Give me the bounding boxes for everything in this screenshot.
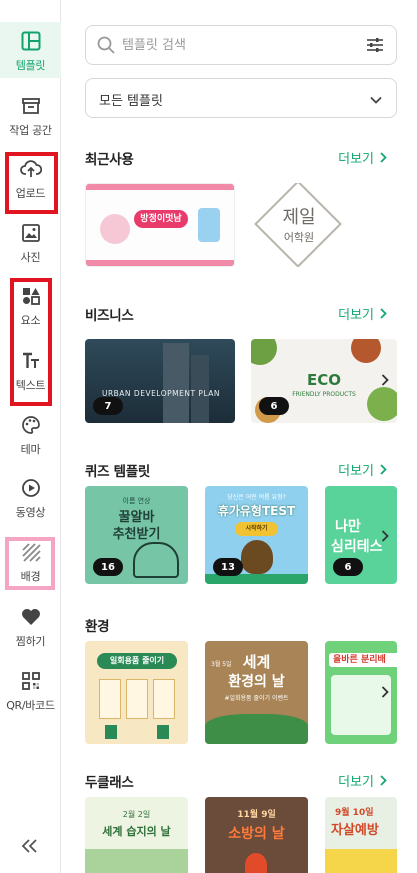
card-pretitle: 당신은 어떤 여름 유형? (227, 494, 286, 501)
card-title: 제일 (282, 207, 316, 228)
background-highlight-box (5, 537, 55, 590)
workspace-icon (20, 95, 42, 117)
card-title: 세계 (242, 653, 271, 671)
card-subtitle: 어학원 (283, 231, 315, 244)
more-link-label: 더보기 (338, 308, 374, 323)
more-link-business[interactable]: 더보기 (338, 304, 387, 323)
sidebar-item-photo[interactable]: 사진 (0, 222, 61, 265)
template-card[interactable]: 9월 10일 자살예방 (325, 797, 397, 873)
page-count-badge: 16 (93, 558, 123, 576)
chevron-right-icon (380, 464, 387, 475)
template-card[interactable]: ECO FRIENDLY PRODUCTS 6 (251, 339, 397, 423)
page-count-badge: 6 (259, 397, 289, 415)
more-link-label: 더보기 (338, 775, 374, 790)
sidebar-item-video[interactable]: 동영상 (0, 477, 61, 520)
card-title-line2: 환경의 날 (228, 674, 285, 690)
qr-icon (20, 670, 42, 692)
card-subtitle: #일회용품 줄이기 이벤트 (224, 695, 289, 702)
sidebar: 템플릿 작업 공간 업로드 사진 요소 텍스트 테마 동영상 배경 찜하기 QR… (0, 0, 61, 873)
search-input[interactable] (122, 35, 352, 55)
more-link-label: 더보기 (338, 464, 374, 479)
page-count-badge: 6 (333, 558, 363, 576)
card-title: 소방의 날 (228, 826, 285, 842)
collapse-sidebar-button[interactable] (19, 836, 41, 856)
elements-text-highlight-box (10, 278, 52, 406)
select-value: 모든 템플릿 (99, 94, 163, 109)
sidebar-item-favorites[interactable]: 찜하기 (0, 606, 61, 649)
card-pretitle: 2월 2일 (122, 810, 151, 819)
card-title: 자살예방 (331, 823, 379, 838)
more-link-druglass[interactable]: 더보기 (338, 771, 387, 790)
template-card[interactable]: 일회용품 줄이기 (85, 641, 188, 744)
chevron-right-icon (380, 308, 387, 319)
card-title: 나만 (335, 519, 361, 535)
chevron-right-icon (380, 775, 387, 786)
card-title: 올바른 분리배 (329, 653, 397, 667)
section-title-druglass: 두클래스 (85, 775, 134, 791)
chevron-right-icon (381, 686, 389, 698)
sidebar-item-label: 작업 공간 (9, 124, 52, 137)
template-card[interactable]: URBAN DEVELOPMENT PLAN 7 (85, 339, 235, 423)
search-box (85, 25, 397, 65)
sidebar-item-label: 사진 (20, 251, 41, 264)
card-pretitle: 이름 연상 (122, 497, 151, 505)
template-card[interactable]: 2월 2일 세계 습지의 날 (85, 797, 188, 873)
photo-icon (20, 222, 42, 244)
chevron-right-icon (380, 152, 387, 163)
chevron-down-icon (369, 92, 383, 111)
page-count-badge: 7 (93, 397, 123, 415)
more-link-label: 더보기 (338, 152, 374, 167)
template-card[interactable]: 11월 9일 소방의 날 (205, 797, 308, 873)
section-title-quiz: 퀴즈 템플릿 (85, 464, 150, 480)
card-title: 세계 습지의 날 (102, 825, 171, 838)
card-title: 일회용품 줄이기 (97, 653, 177, 669)
chevron-right-icon (381, 530, 389, 542)
more-link-quiz[interactable]: 더보기 (338, 460, 387, 479)
sidebar-item-label: 테마 (20, 443, 41, 456)
chevron-right-icon (381, 374, 389, 386)
template-filter-select[interactable]: 모든 템플릿 (85, 78, 397, 118)
video-icon (20, 477, 42, 499)
sidebar-item-label: QR/바코드 (6, 699, 55, 712)
heart-icon (20, 606, 42, 628)
template-panel: 모든 템플릿 최근사용 더보기 방정이멋남 제일 어학원 비즈니스 더보기 UR… (61, 0, 417, 873)
template-icon (20, 30, 42, 52)
card-title-line2: 추천받기 (112, 527, 161, 542)
sidebar-item-qr[interactable]: QR/바코드 (0, 670, 61, 713)
sidebar-item-label: 동영상 (15, 506, 46, 519)
card-title: 휴가유형TEST (217, 504, 296, 518)
scroll-right-button[interactable] (377, 524, 393, 548)
template-card[interactable]: 3월 5일 세계 환경의 날 #일회용품 줄이기 이벤트 (205, 641, 308, 744)
sidebar-item-label: 템플릿 (15, 59, 46, 72)
double-chevron-left-icon (21, 839, 37, 853)
scroll-right-button[interactable] (377, 368, 393, 392)
template-card[interactable]: 당신은 어떤 여름 유형? 휴가유형TEST 시작하기 13 (205, 486, 308, 584)
section-title-recent: 최근사용 (85, 152, 134, 168)
template-card[interactable]: 이름 연상 꿀알바 추천받기 16 (85, 486, 188, 584)
upload-highlight-box (5, 152, 58, 214)
scroll-right-button[interactable] (377, 680, 393, 704)
section-title-environment: 환경 (85, 619, 110, 635)
sidebar-item-label: 찜하기 (15, 635, 46, 648)
card-pretitle: 9월 10일 (335, 808, 374, 818)
card-subtitle: 시작하기 (235, 522, 278, 536)
template-card[interactable]: 제일 어학원 (251, 183, 347, 267)
palette-icon (20, 414, 42, 436)
card-title-line2: 심리테스 (331, 539, 383, 555)
search-icon (96, 35, 116, 59)
sidebar-item-workspace[interactable]: 작업 공간 (0, 95, 61, 138)
card-pretitle: 11월 9일 (237, 810, 276, 820)
template-card[interactable]: 방정이멋남 (85, 183, 235, 267)
page-count-badge: 13 (213, 558, 243, 576)
section-title-business: 비즈니스 (85, 308, 134, 324)
sidebar-item-templates[interactable]: 템플릿 (0, 22, 61, 78)
more-link-recent[interactable]: 더보기 (338, 148, 387, 167)
sidebar-item-theme[interactable]: 테마 (0, 414, 61, 457)
card-title: 방정이멋남 (134, 210, 188, 228)
filter-icon[interactable] (366, 36, 384, 58)
card-title: ECO (306, 371, 341, 389)
